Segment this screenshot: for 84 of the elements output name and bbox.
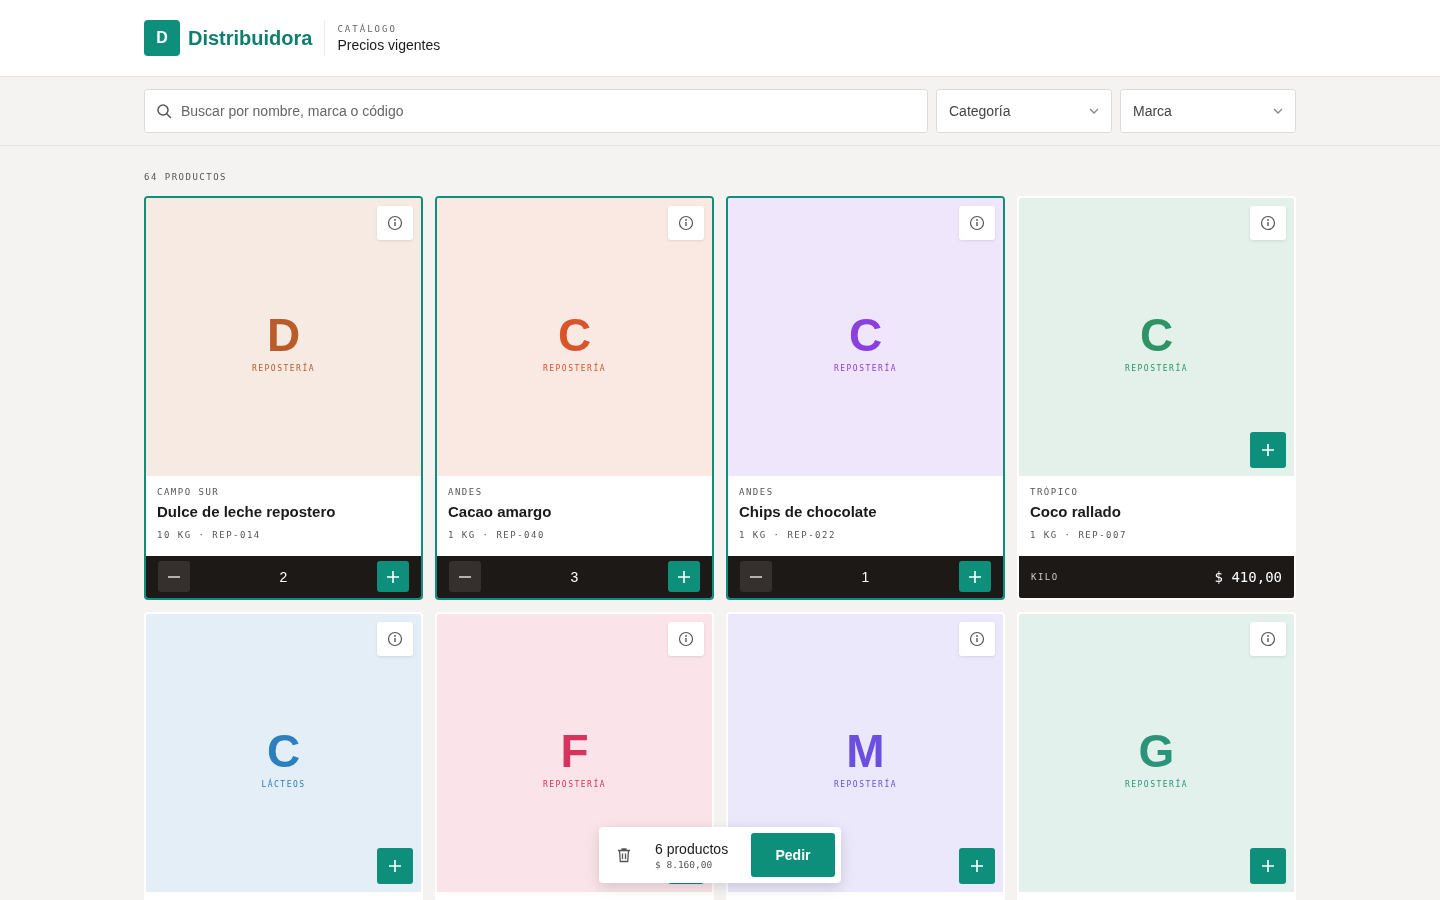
cart-count: 6 productos <box>655 840 730 857</box>
product-monogram: G <box>1138 727 1175 774</box>
page-title: Precios vigentes <box>337 36 441 53</box>
brand-name: Distribuidora <box>188 26 313 50</box>
logo-mark: D <box>144 20 180 56</box>
section-label: CATÁLOGO <box>337 23 398 34</box>
plus-icon <box>1262 444 1274 456</box>
plus-icon <box>1262 860 1274 872</box>
minus-icon <box>168 575 180 578</box>
product-monogram: M <box>846 727 885 774</box>
add-button[interactable] <box>377 848 413 884</box>
plus-icon <box>387 570 399 583</box>
product-name: Coco rallado <box>1030 503 1122 520</box>
category-label: REPOSTERÍA <box>833 779 898 789</box>
product-monogram: F <box>560 727 589 774</box>
add-button[interactable] <box>959 848 995 884</box>
unit-label: KILO <box>1031 571 1059 582</box>
info-button[interactable] <box>377 622 413 656</box>
plus-icon <box>389 860 401 872</box>
minus-icon <box>459 575 471 578</box>
decrease-button[interactable] <box>449 561 481 593</box>
product-name: Dulce de leche repostero <box>157 503 337 520</box>
product-meta: 1 KG · REP-022 <box>739 530 837 540</box>
info-button[interactable] <box>959 622 995 656</box>
trash-icon <box>617 847 631 863</box>
info-button[interactable] <box>668 206 704 240</box>
order-button[interactable]: Pedir <box>751 833 835 877</box>
info-button[interactable] <box>1250 206 1286 240</box>
product-monogram: C <box>266 727 301 774</box>
product-monogram: C <box>1139 311 1174 358</box>
product-monogram: D <box>266 311 301 358</box>
filter-dropdown[interactable]: Marca <box>1120 89 1296 133</box>
category-label: REPOSTERÍA <box>1124 363 1189 373</box>
quantity-value: 2 <box>279 568 288 585</box>
info-icon <box>387 215 403 231</box>
category-label: LÁCTEOS <box>261 779 306 789</box>
increase-button[interactable] <box>377 561 409 593</box>
info-button[interactable] <box>668 622 704 656</box>
info-icon <box>1260 215 1276 231</box>
chevron-down-icon <box>1089 108 1099 114</box>
info-icon <box>387 631 403 647</box>
info-button[interactable] <box>959 206 995 240</box>
product-name: Cacao amargo <box>448 503 553 520</box>
plus-icon <box>678 570 690 583</box>
plus-icon <box>971 860 983 872</box>
info-icon <box>969 631 985 647</box>
product-brand: ANDES <box>739 487 775 497</box>
plus-icon <box>969 570 981 583</box>
add-button[interactable] <box>1250 848 1286 884</box>
increase-button[interactable] <box>959 561 991 593</box>
category-label: REPOSTERÍA <box>542 779 607 789</box>
decrease-button[interactable] <box>158 561 190 593</box>
info-icon <box>1260 631 1276 647</box>
info-button[interactable] <box>377 206 413 240</box>
info-button[interactable] <box>1250 622 1286 656</box>
cart-total: $ 8.160,00 <box>655 858 714 870</box>
category-label: REPOSTERÍA <box>251 363 316 373</box>
search-field[interactable]: Buscar por nombre, marca o código <box>144 89 928 133</box>
quantity-value: 3 <box>570 568 579 585</box>
product-brand: CAMPO SUR <box>157 487 221 497</box>
chevron-down-icon <box>1273 108 1283 114</box>
add-button[interactable] <box>1250 432 1286 468</box>
product-brand: ANDES <box>448 487 484 497</box>
product-meta: 1 KG · REP-040 <box>448 530 546 540</box>
category-label: REPOSTERÍA <box>1124 779 1189 789</box>
quantity-value: 1 <box>861 568 870 585</box>
product-brand: TRÓPICO <box>1030 487 1080 497</box>
product-monogram: C <box>848 311 883 358</box>
info-icon <box>678 631 694 647</box>
minus-icon <box>750 575 762 578</box>
info-icon <box>969 215 985 231</box>
product-count: 64 PRODUCTOS <box>144 172 229 182</box>
product-meta: 10 KG · REP-014 <box>157 530 262 540</box>
price-value: $ 410,00 <box>1214 568 1282 585</box>
info-icon <box>678 215 694 231</box>
category-label: REPOSTERÍA <box>542 363 607 373</box>
trash-button[interactable] <box>617 847 631 863</box>
decrease-button[interactable] <box>740 561 772 593</box>
increase-button[interactable] <box>668 561 700 593</box>
product-meta: 1 KG · REP-007 <box>1030 530 1128 540</box>
product-name: Chips de chocolate <box>739 503 878 520</box>
product-monogram: C <box>557 311 592 358</box>
filter-dropdown[interactable]: Categoría <box>936 89 1112 133</box>
category-label: REPOSTERÍA <box>833 363 898 373</box>
